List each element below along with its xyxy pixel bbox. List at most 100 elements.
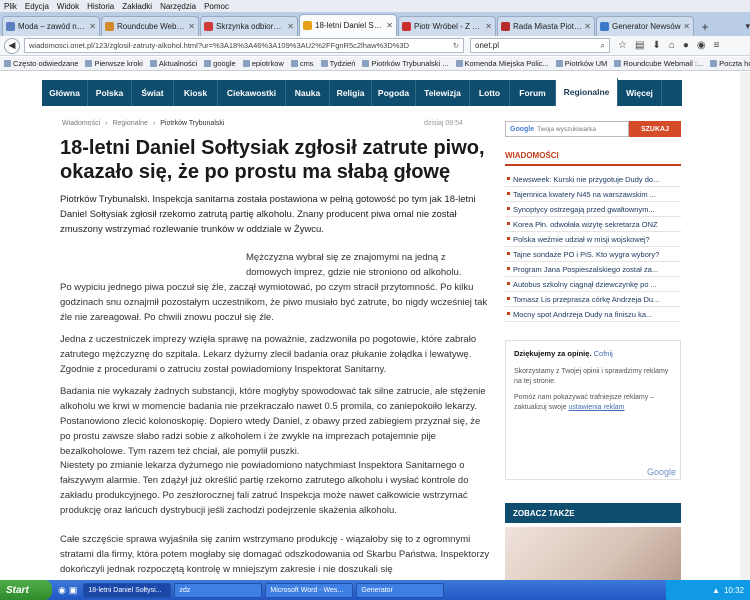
site-nav-item[interactable]: Kiosk — [174, 80, 218, 106]
breadcrumb-current[interactable]: Piotrków Trybunalski — [160, 120, 224, 127]
browser-tab[interactable]: Moda – zawód na cał...✕ — [2, 16, 100, 36]
start-button[interactable]: Start — [0, 580, 52, 600]
ad-thanks: Dziękujemy za opinię. — [514, 349, 592, 358]
menu-item[interactable]: Widok — [57, 2, 79, 11]
site-nav-item[interactable]: Forum — [510, 80, 556, 106]
news-item[interactable]: Tomasz Lis przeprasza córkę Andrzeja Du.… — [505, 292, 681, 307]
close-tab-icon[interactable]: ✕ — [287, 22, 294, 31]
site-nav-item[interactable]: Religia — [330, 80, 372, 106]
scrollbar[interactable] — [740, 72, 750, 580]
site-nav-item[interactable]: Lotto — [470, 80, 510, 106]
bookmark-item[interactable]: Roundcube Webmail :... — [614, 59, 703, 68]
taskbar-item[interactable]: zdz — [174, 582, 263, 598]
close-tab-icon[interactable]: ✕ — [683, 22, 690, 31]
bookmark-item[interactable]: Piotrków UM — [555, 59, 607, 68]
breadcrumb-regionalne[interactable]: Regionalne — [112, 120, 147, 127]
close-tab-icon[interactable]: ✕ — [89, 22, 96, 31]
news-heading[interactable]: WIADOMOŚCI — [505, 151, 681, 166]
search-field[interactable]: onet.pl ⌕ — [470, 38, 610, 53]
url-bar[interactable]: wiadomosci.onet.pl/123/zglosil-zatruty-a… — [24, 38, 464, 53]
site-nav-item[interactable]: Polska — [88, 80, 132, 106]
bookmark-star-icon[interactable]: ☆ — [618, 40, 627, 51]
hamburger-menu-icon[interactable]: ≡ — [714, 40, 720, 51]
bookmark-item[interactable]: google — [204, 59, 236, 68]
firefox-icon[interactable]: ◉ — [58, 585, 66, 596]
news-item[interactable]: Polska weźmie udział w misji wojskowej? — [505, 232, 681, 247]
site-nav-item[interactable]: Pogoda — [372, 80, 416, 106]
see-also-image[interactable] — [505, 527, 681, 580]
home-icon[interactable]: ⌂ — [669, 40, 675, 51]
close-tab-icon[interactable]: ✕ — [584, 22, 591, 31]
taskbar-item[interactable]: 18-letni Daniel Sołtysi... — [83, 582, 172, 598]
breadcrumb-wiadomosci[interactable]: Wiadomości — [62, 120, 100, 127]
site-nav-item[interactable]: Telewizja — [416, 80, 470, 106]
search-icon[interactable]: ⌕ — [601, 41, 605, 51]
news-item[interactable]: Mocny spot Andrzeja Dudy na finiszu ka..… — [505, 307, 681, 322]
download-icon[interactable]: ⬇ — [652, 40, 660, 51]
browser-tab[interactable]: 18-letni Daniel Sołtysi...✕ — [299, 14, 397, 36]
bookmark-item[interactable]: Komenda Miejska Polic... — [455, 59, 549, 68]
site-search-input[interactable]: Google Twoja wyszukiwarka — [505, 121, 629, 137]
tab-list-icon[interactable]: ▾ — [745, 16, 750, 36]
bookmark-label: epiotrkow — [251, 59, 284, 68]
bookmark-item[interactable]: Pierwsze kroki — [85, 59, 143, 68]
url-text: wiadomosci.onet.pl/123/zglosil-zatruty-a… — [29, 41, 409, 50]
news-item[interactable]: Autobus szkolny ciągnął dziewczynkę po .… — [505, 277, 681, 292]
tab-title: Piotr Wróbel - Z Minut... — [414, 22, 483, 31]
explorer-icon[interactable]: ▣ — [69, 585, 78, 596]
bookmark-item[interactable]: epiotrkow — [242, 59, 284, 68]
browser-tab[interactable]: Roundcube Webmail :...✕ — [101, 16, 199, 36]
menu-item[interactable]: Historia — [87, 2, 114, 11]
news-item[interactable]: Program Jana Pospieszalskiego został za.… — [505, 262, 681, 277]
site-nav-item[interactable]: Świat — [132, 80, 174, 106]
close-tab-icon[interactable]: ✕ — [485, 22, 492, 31]
news-item[interactable]: Newsweek: Kurski nie przygotuje Dudy do.… — [505, 172, 681, 187]
menu-item[interactable]: Edycja — [25, 2, 49, 11]
bookmark-item[interactable]: cms — [290, 59, 314, 68]
bookmark-item[interactable]: Poczta home.pl — [710, 59, 750, 68]
bookmark-item[interactable]: Aktualności — [149, 59, 197, 68]
news-item[interactable]: Korea Płn. odwołała wizytę sekretarza ON… — [505, 217, 681, 232]
tab-title: Generator Newsów — [612, 22, 681, 31]
reload-icon[interactable]: ↻ — [453, 41, 459, 50]
article-paragraph: Całe szczęście sprawa wyjaśniła się zani… — [60, 534, 490, 575]
new-tab-button[interactable]: + — [695, 18, 715, 36]
news-item[interactable]: Synoptycy ostrzegają przed gwałtownym... — [505, 202, 681, 217]
taskbar-item[interactable]: Microsoft Word - Wes... — [265, 582, 354, 598]
ad-undo-link[interactable]: Cofnij — [594, 349, 613, 358]
site-nav-item[interactable]: Regionalne — [556, 78, 618, 106]
network-icon[interactable]: ▲ — [712, 586, 720, 595]
menu-item[interactable]: Plik — [4, 2, 17, 11]
bookmark-icon — [149, 60, 157, 67]
bookmark-icon — [614, 60, 622, 67]
site-search-button[interactable]: SZUKAJ — [629, 121, 681, 137]
browser-tab[interactable]: Skrzynka odbiorcza ✕ — [200, 16, 298, 36]
menu-item[interactable]: Narzędzia — [160, 2, 196, 11]
taskbar-item[interactable]: Generator — [356, 582, 445, 598]
site-nav-item[interactable]: Główna — [42, 80, 88, 106]
news-item[interactable]: Tajne sondaże PO i PiS. Kto wygra wybory… — [505, 247, 681, 262]
bookmark-icon — [710, 60, 718, 67]
bookmark-item[interactable]: Tydzień — [320, 59, 355, 68]
menu-item[interactable]: Pomoc — [204, 2, 229, 11]
site-nav-item[interactable]: Ciekawostki — [218, 80, 286, 106]
browser-tab[interactable]: Generator Newsów ✕ — [596, 16, 694, 36]
menu-item[interactable]: Zakładki — [122, 2, 152, 11]
news-item[interactable]: Tajemnica kwatery N45 na warszawskim ... — [505, 187, 681, 202]
close-tab-icon[interactable]: ✕ — [188, 22, 195, 31]
breadcrumb-separator: › — [152, 120, 156, 127]
addon-icon[interactable]: ● — [683, 40, 689, 51]
bookmarks-menu-icon[interactable]: ▤ — [635, 40, 644, 51]
addon2-icon[interactable]: ◉ — [697, 40, 706, 51]
breadcrumb: Wiadomości › Regionalne › Piotrków Trybu… — [62, 120, 224, 127]
ad-settings-link[interactable]: ustawienia reklam — [568, 404, 624, 411]
bookmark-item[interactable]: Piotrków Trybunalski ... — [362, 59, 449, 68]
bookmark-item[interactable]: Często odwiedzane — [4, 59, 78, 68]
browser-tab[interactable]: Piotr Wróbel - Z Minut...✕ — [398, 16, 496, 36]
article-paragraph: Jedna z uczestniczek imprezy wzięła spra… — [60, 334, 477, 375]
site-nav-item[interactable]: Nauka — [286, 80, 330, 106]
site-nav-item[interactable]: Więcej — [618, 80, 662, 106]
close-tab-icon[interactable]: ✕ — [386, 21, 393, 30]
browser-tab[interactable]: Rada Miasta Piotrków...✕ — [497, 16, 595, 36]
back-button-icon[interactable]: ◀ — [4, 37, 20, 54]
